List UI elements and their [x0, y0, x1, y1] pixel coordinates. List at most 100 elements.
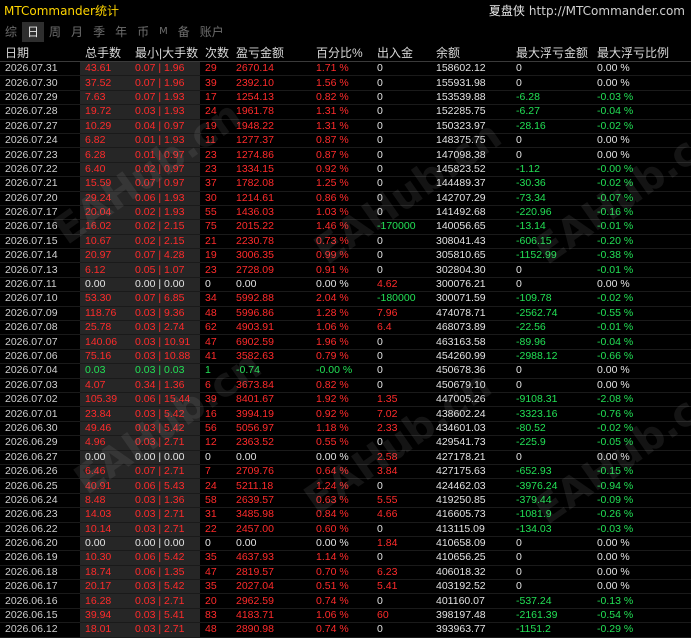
table-row[interactable]: 2026.06.20 0.00 0.00 | 0.00 0 0.00 0.00 % 1.84…	[0, 536, 691, 552]
table-row[interactable]: 2026.07.31 43.61 0.07 | 1.96 29 2670.14 1.71 …	[0, 61, 691, 77]
cell-2: 0.01 | 1.93	[130, 133, 200, 149]
tab-9[interactable]: 账户	[195, 22, 229, 42]
cell-4: 1274.86	[231, 147, 311, 163]
table-row[interactable]: 2026.07.22 6.40 0.02 | 0.97 23 1334.15 0.92 %…	[0, 162, 691, 178]
table-row[interactable]: 2026.06.27 0.00 0.00 | 0.00 0 0.00 0.00 % 2.58…	[0, 450, 691, 465]
cell-3: 17	[200, 90, 231, 106]
brand-url[interactable]: http://MTCommander.com	[529, 4, 685, 18]
tab-6[interactable]: 币	[132, 22, 154, 42]
table-row[interactable]: 2026.07.07 140.06 0.03 | 10.91 47 6902.59 1.9…	[0, 334, 691, 350]
table-row[interactable]: 2026.06.16 16.28 0.03 | 2.71 20 2962.59 0.74 …	[0, 593, 691, 609]
cell-9: -0.04 %	[592, 104, 691, 120]
brand-name[interactable]: 夏盘侠	[489, 4, 525, 18]
cell-4: 2639.57	[231, 493, 311, 509]
cell-2: 0.00 | 0.00	[130, 277, 200, 293]
table-row[interactable]: 2026.07.14 20.97 0.07 | 4.28 19 3006.35 0.99 …	[0, 248, 691, 264]
table-row[interactable]: 2026.07.02 105.39 0.06 | 15.44 39 8401.67 1.9…	[0, 392, 691, 408]
cell-5: 0.00 %	[311, 536, 372, 552]
cell-2: 0.00 | 0.00	[130, 536, 200, 552]
column-header-8[interactable]: 最大浮亏金额	[511, 43, 592, 62]
tab-5[interactable]: 年	[110, 22, 132, 42]
cell-9: -0.02 %	[592, 176, 691, 192]
table-row[interactable]: 2026.06.26 6.46 0.07 | 2.71 7 2709.76 0.64 % 3…	[0, 464, 691, 480]
cell-7: 474078.71	[431, 306, 511, 322]
table-row[interactable]: 2026.07.21 15.59 0.07 | 0.97 37 1782.08 1.25 …	[0, 176, 691, 192]
table-row[interactable]: 2026.06.22 10.14 0.03 | 2.71 22 2457.00 0.60 …	[0, 522, 691, 537]
table-row[interactable]: 2026.06.30 49.46 0.03 | 5.42 56 5056.97 1.18 …	[0, 421, 691, 437]
column-header-7[interactable]: 余额	[431, 43, 511, 62]
cell-4: 1214.61	[231, 191, 311, 206]
tab-7[interactable]: M	[154, 22, 173, 42]
column-header-3[interactable]: 次数	[200, 43, 231, 62]
tab-2[interactable]: 周	[44, 22, 66, 42]
cell-1: 6.40	[80, 162, 130, 178]
column-header-4[interactable]: 盈亏金额	[231, 43, 311, 62]
cell-8: 0	[511, 133, 592, 149]
table-row[interactable]: 2026.07.09 118.76 0.03 | 9.36 48 5996.86 1.28…	[0, 306, 691, 322]
cell-6: 0	[372, 262, 431, 278]
table-row[interactable]: 2026.07.15 10.67 0.02 | 2.15 21 2230.78 0.73 …	[0, 234, 691, 250]
cell-3: 12	[200, 435, 231, 451]
table-row[interactable]: 2026.07.13 6.12 0.05 | 1.07 23 2728.09 0.91 %…	[0, 262, 691, 278]
table-row[interactable]: 2026.07.17 20.04 0.02 | 1.93 55 1436.03 1.03 …	[0, 205, 691, 221]
cell-2: 0.07 | 6.85	[130, 291, 200, 307]
cell-4: 5056.97	[231, 421, 311, 437]
table-row[interactable]: 2026.07.11 0.00 0.00 | 0.00 0 0.00 0.00 % 4.62…	[0, 277, 691, 293]
column-header-0[interactable]: 日期	[0, 43, 80, 62]
cell-4: 2457.00	[231, 522, 311, 537]
table-row[interactable]: 2026.07.10 53.30 0.07 | 6.85 34 5992.88 2.04 …	[0, 291, 691, 307]
table-row[interactable]: 2026.07.24 6.82 0.01 | 1.93 11 1277.37 0.87 %…	[0, 133, 691, 149]
cell-3: 83	[200, 608, 231, 624]
table-row[interactable]: 2026.07.06 75.16 0.03 | 10.88 41 3582.63 0.79…	[0, 349, 691, 365]
cell-7: 454260.99	[431, 349, 511, 365]
tab-0[interactable]: 综	[0, 22, 22, 42]
column-header-1[interactable]: 总手数	[80, 43, 130, 62]
table-row[interactable]: 2026.07.03 4.07 0.34 | 1.36 6 3673.84 0.82 % 0…	[0, 378, 691, 393]
table-row[interactable]: 2026.07.27 10.29 0.04 | 0.97 19 1948.22 1.31 …	[0, 119, 691, 134]
cell-6: 0	[372, 522, 431, 537]
table-row[interactable]: 2026.06.19 10.30 0.06 | 5.42 35 4637.93 1.14 …	[0, 550, 691, 566]
table-row[interactable]: 2026.07.08 25.78 0.03 | 2.74 62 4903.91 1.06 …	[0, 320, 691, 336]
table-row[interactable]: 2026.07.29 7.63 0.07 | 1.93 17 1254.13 0.82 %…	[0, 90, 691, 106]
cell-8: -6.28	[511, 90, 592, 106]
table-row[interactable]: 2026.06.18 18.74 0.06 | 1.35 47 2819.57 0.70 …	[0, 565, 691, 581]
table-row[interactable]: 2026.06.12 18.01 0.03 | 2.71 48 2890.98 0.74 …	[0, 622, 691, 638]
cell-6: 7.96	[372, 306, 431, 322]
table-row[interactable]: 2026.07.04 0.03 0.03 | 0.03 1 -0.74 -0.00 % 0 4…	[0, 363, 691, 379]
table-row[interactable]: 2026.06.29 4.96 0.03 | 2.71 12 2363.52 0.55 %…	[0, 435, 691, 451]
column-header-6[interactable]: 出入金	[372, 43, 431, 62]
tab-3[interactable]: 月	[66, 22, 88, 42]
tab-1[interactable]: 日	[22, 22, 45, 42]
cell-9: -0.00 %	[592, 162, 691, 178]
table-row[interactable]: 2026.07.30 37.52 0.07 | 1.96 39 2392.10 1.56 …	[0, 75, 691, 91]
table-row[interactable]: 2026.07.23 6.28 0.01 | 0.97 23 1274.86 0.87 %…	[0, 147, 691, 163]
table-row[interactable]: 2026.07.20 29.24 0.06 | 1.93 30 1214.61 0.86 …	[0, 191, 691, 206]
table-row[interactable]: 2026.06.23 14.03 0.03 | 2.71 31 3485.98 0.84 …	[0, 507, 691, 523]
cell-0: 2026.07.16	[0, 219, 80, 235]
column-header-2[interactable]: 最小|大手数	[130, 43, 200, 62]
table-row[interactable]: 2026.06.24 8.48 0.03 | 1.36 58 2639.57 0.63 %…	[0, 493, 691, 509]
table-row[interactable]: 2026.07.28 19.72 0.03 | 1.93 24 1961.78 1.31 …	[0, 104, 691, 120]
cell-2: 0.03 | 5.42	[130, 579, 200, 595]
cell-8: 0	[511, 536, 592, 552]
cell-9: 0.00 %	[592, 363, 691, 379]
table-row[interactable]: 2026.06.25 40.91 0.06 | 5.43 24 5211.18 1.24 …	[0, 478, 691, 494]
cell-1: 16.02	[80, 219, 130, 235]
cell-6: 0	[372, 478, 431, 494]
cell-4: 3673.84	[231, 378, 311, 393]
table-row[interactable]: 2026.07.01 23.84 0.03 | 5.42 16 3994.19 0.92 …	[0, 406, 691, 422]
cell-6: 0	[372, 349, 431, 365]
table-row[interactable]: 2026.06.15 39.94 0.03 | 5.41 83 4183.71 1.06 …	[0, 608, 691, 624]
column-header-9[interactable]: 最大浮亏比例	[592, 43, 691, 62]
tab-4[interactable]: 季	[88, 22, 110, 42]
cell-6: 0	[372, 435, 431, 451]
cell-4: 3994.19	[231, 406, 311, 422]
tab-8[interactable]: 备	[173, 22, 195, 42]
table-row[interactable]: 2026.07.16 16.02 0.02 | 2.15 75 2015.22 1.46 …	[0, 219, 691, 235]
cell-6: 0	[372, 61, 431, 77]
table-row[interactable]: 2026.06.17 20.17 0.03 | 5.42 35 2027.04 0.51 …	[0, 579, 691, 595]
cell-0: 2026.06.19	[0, 550, 80, 566]
column-header-5[interactable]: 百分比%	[311, 43, 372, 62]
cell-5: 0.55 %	[311, 435, 372, 451]
cell-2: 0.06 | 15.44	[130, 392, 200, 408]
